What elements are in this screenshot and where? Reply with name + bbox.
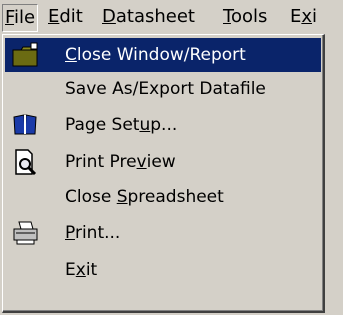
menu-file[interactable]: File — [2, 4, 39, 32]
menu-item-label: Close Spreadsheet — [65, 187, 224, 207]
menu-edit[interactable]: Edit — [48, 4, 83, 30]
menu-datasheet[interactable]: Datasheet — [102, 4, 195, 30]
menu-item-save-as-export-datafile[interactable]: Save As/Export Datafile — [5, 72, 321, 106]
menu-item-label: Print Preview — [65, 152, 176, 172]
print-preview-icon — [11, 149, 41, 176]
menu-item-label: Print... — [65, 223, 121, 243]
file-menu-dropdown: Close Window/Report Save As/Export Dataf… — [2, 34, 325, 313]
menu-item-print-preview[interactable]: Print Preview — [5, 145, 321, 179]
menu-tools[interactable]: Tools — [223, 4, 267, 30]
menu-item-exit[interactable]: Exit — [5, 253, 321, 287]
menu-exit-partial[interactable]: Exi — [290, 4, 317, 30]
open-book-icon — [11, 112, 41, 138]
printer-icon — [11, 220, 41, 246]
menu-item-label: Exit — [65, 260, 98, 280]
menu-item-label: Page Setup... — [65, 115, 178, 135]
menu-item-label: Save As/Export Datafile — [65, 79, 266, 99]
menu-item-label: Close Window/Report — [65, 45, 246, 65]
menu-bar: File Edit Datasheet Tools Exi — [0, 0, 343, 34]
menu-item-print[interactable]: Print... — [5, 216, 321, 250]
menu-item-page-setup[interactable]: Page Setup... — [5, 108, 321, 142]
menu-item-close-spreadsheet[interactable]: Close Spreadsheet — [5, 180, 321, 214]
menu-item-close-window-report[interactable]: Close Window/Report — [5, 38, 321, 72]
folder-icon — [11, 42, 41, 68]
